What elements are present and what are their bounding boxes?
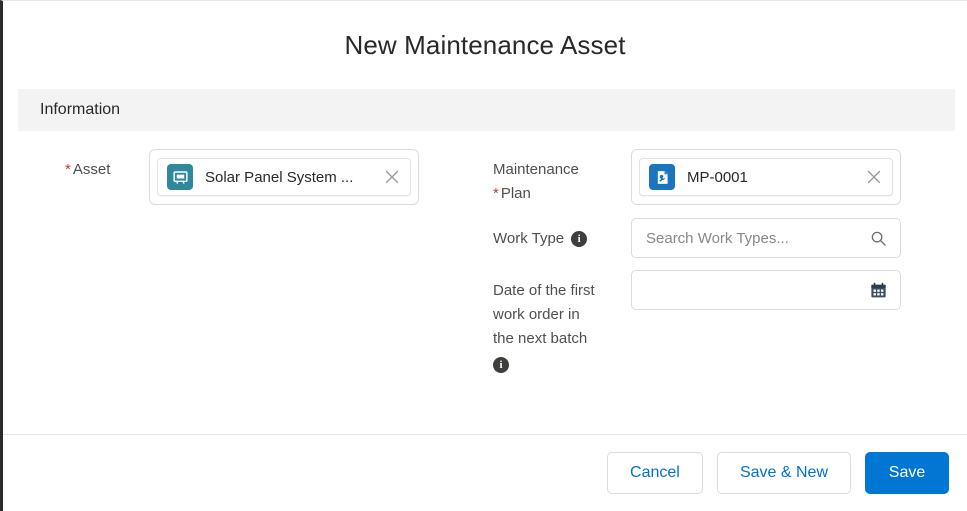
field-label-date-line2: work order in (493, 303, 631, 327)
field-control-maintenance-plan: MP-0001 (631, 149, 953, 205)
asset-value-text: Solar Panel System ... (205, 169, 382, 186)
section-header-information: Information (18, 89, 955, 131)
modal-header: New Maintenance Asset (3, 1, 967, 89)
close-icon[interactable] (382, 167, 402, 187)
required-indicator-maintenance-plan: * (493, 185, 499, 202)
maintenance-plan-icon (649, 164, 675, 190)
field-label-maintenance-plan: Maintenance *Plan (493, 149, 631, 206)
field-label-date-line3: the next batch (493, 327, 631, 351)
field-label-work-type-text: Work Type (493, 230, 564, 247)
section-title: Information (40, 101, 120, 119)
close-icon[interactable] (864, 167, 884, 187)
field-label-maintenance-plan-line2: *Plan (493, 182, 631, 206)
field-control-first-work-order-date (631, 270, 953, 310)
save-button[interactable]: Save (865, 452, 949, 494)
search-icon[interactable] (868, 228, 888, 248)
field-control-asset: Solar Panel System ... (149, 149, 493, 205)
calendar-icon[interactable] (868, 280, 888, 300)
field-label-work-type: Work Type i (493, 218, 631, 251)
maintenance-plan-selected-pill[interactable]: MP-0001 (639, 158, 893, 196)
asset-icon (167, 164, 193, 190)
form-column-right: Maintenance *Plan (493, 149, 953, 387)
new-maintenance-asset-modal: New Maintenance Asset Information *Asset (0, 0, 967, 511)
page-title: New Maintenance Asset (344, 30, 625, 61)
asset-selected-pill[interactable]: Solar Panel System ... (157, 158, 411, 196)
field-maintenance-plan: Maintenance *Plan (493, 149, 953, 206)
first-work-order-date-input[interactable] (631, 270, 901, 310)
info-icon[interactable]: i (571, 231, 587, 247)
field-label-maintenance-plan-text: Plan (501, 185, 531, 202)
field-label-asset-text: Asset (73, 161, 111, 178)
asset-lookup-box[interactable]: Solar Panel System ... (149, 149, 419, 205)
form-grid: *Asset (3, 131, 967, 387)
modal-body: Information *Asset (3, 89, 967, 434)
form-column-left: *Asset (3, 149, 493, 387)
info-icon[interactable]: i (493, 357, 509, 373)
field-control-work-type: Search Work Types... (631, 218, 953, 258)
maintenance-plan-lookup-box[interactable]: MP-0001 (631, 149, 901, 205)
save-and-new-button[interactable]: Save & New (717, 452, 851, 494)
required-indicator-asset: * (65, 161, 71, 178)
maintenance-plan-value-text: MP-0001 (687, 169, 864, 186)
work-type-search-input[interactable]: Search Work Types... (631, 218, 901, 258)
field-work-type: Work Type i Search Work Types... (493, 218, 953, 258)
field-label-asset: *Asset (23, 149, 149, 182)
work-type-placeholder: Search Work Types... (646, 230, 868, 247)
field-label-date-line1: Date of the first (493, 279, 631, 303)
field-first-work-order-date: Date of the first work order in the next… (493, 270, 953, 375)
field-label-maintenance-plan-line1: Maintenance (493, 158, 631, 182)
cancel-button[interactable]: Cancel (607, 452, 703, 494)
field-label-first-work-order-date: Date of the first work order in the next… (493, 270, 631, 375)
field-asset: *Asset (23, 149, 493, 205)
modal-footer: Cancel Save & New Save (3, 434, 967, 511)
